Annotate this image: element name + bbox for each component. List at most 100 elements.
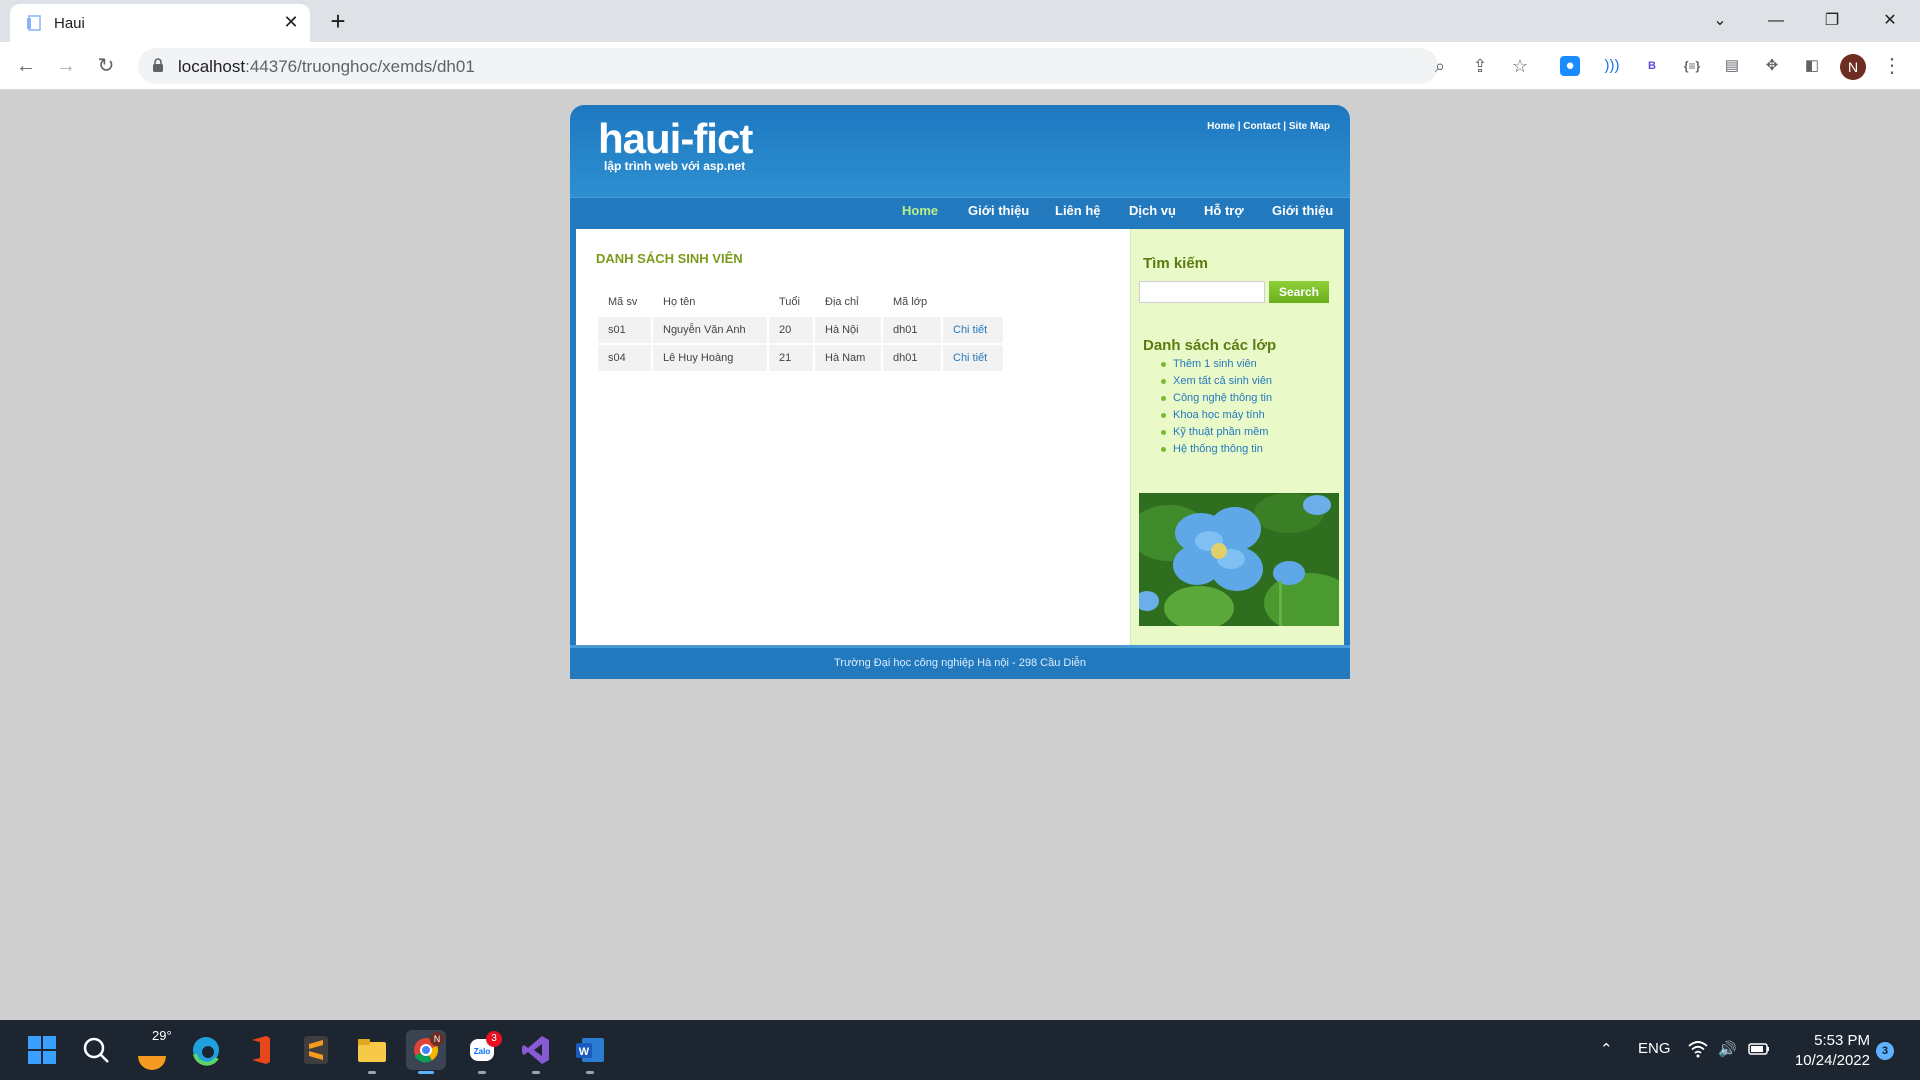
language-indicator[interactable]: ENG	[1638, 1040, 1671, 1057]
notification-badge[interactable]: 3	[1876, 1042, 1894, 1060]
file-explorer-icon[interactable]	[352, 1030, 392, 1074]
classes-heading: Danh sách các lớp	[1143, 337, 1277, 354]
flower-image	[1139, 493, 1339, 626]
close-tab-icon[interactable]: ✕	[280, 11, 302, 33]
word-icon[interactable]: W	[570, 1030, 610, 1074]
top-links: Home | Contact | Site Map	[1207, 121, 1330, 132]
cell-action: Chi tiết	[943, 345, 1003, 371]
weather-icon[interactable]: 29°	[132, 1028, 172, 1070]
cell-tuoi: 20	[769, 317, 813, 343]
bookmark-star-icon[interactable]: ☆	[1508, 54, 1532, 78]
site-logo[interactable]: haui-fict	[598, 115, 753, 163]
footer-text: Trường Đại học công nghiệp Hà nội - 298 …	[833, 657, 1087, 669]
class-link-ktpm[interactable]: Kỹ thuật phần mềm	[1161, 424, 1272, 441]
menu-dich-vu[interactable]: Dịch vụ	[1129, 203, 1176, 218]
detail-link[interactable]: Chi tiết	[953, 352, 987, 364]
office-icon[interactable]	[240, 1030, 280, 1070]
extension-drop-icon[interactable]: ●	[1560, 56, 1580, 76]
back-icon[interactable]: ←	[12, 52, 40, 80]
chrome-profile-badge: N	[430, 1032, 444, 1046]
minimize-icon[interactable]: —	[1756, 6, 1796, 36]
wifi-icon[interactable]	[1688, 1040, 1708, 1058]
visual-studio-icon[interactable]	[516, 1030, 556, 1074]
system-clock[interactable]: 5:53 PM 10/24/2022	[1784, 1031, 1870, 1071]
page-icon	[27, 15, 41, 31]
battery-icon[interactable]	[1748, 1042, 1770, 1056]
cell-tuoi: 21	[769, 345, 813, 371]
tab-search-icon[interactable]: ⌄	[1700, 6, 1740, 36]
clock-time: 5:53 PM	[1814, 1032, 1870, 1049]
edge-icon[interactable]	[186, 1030, 226, 1070]
site-slogan: lập trình web với asp.net	[604, 159, 746, 173]
zalo-badge: 3	[486, 1031, 502, 1047]
cell-ho-ten: Lê Huy Hoàng	[653, 345, 767, 371]
browser-toolbar: ← → ↻ localhost:44376/truonghoc/xemds/dh…	[0, 42, 1920, 90]
search-button[interactable]: Search	[1269, 281, 1329, 303]
student-table: Mã sv Họ tên Tuổi Địa chỉ Mã lớp s01 Ngu…	[596, 287, 1005, 373]
class-list: Thêm 1 sinh viên Xem tất cả sinh viên Cô…	[1161, 356, 1272, 458]
main-content: DANH SÁCH SINH VIÊN Mã sv Họ tên Tuổi Đị…	[576, 229, 1130, 645]
class-link-all-students[interactable]: Xem tất cả sinh viên	[1161, 373, 1272, 390]
top-link-sitemap[interactable]: Site Map	[1289, 121, 1330, 132]
table-row: s04 Lê Huy Hoàng 21 Hà Nam dh01 Chi tiết	[598, 345, 1003, 371]
zalo-icon[interactable]: Zalo 3	[462, 1030, 502, 1074]
clock-date: 10/24/2022	[1794, 1052, 1870, 1069]
search-input[interactable]	[1139, 281, 1265, 303]
cell-dia-chi: Hà Nội	[815, 317, 881, 343]
top-link-home[interactable]: Home	[1207, 121, 1235, 132]
tab-title: Haui	[54, 15, 85, 32]
site-footer: Trường Đại học công nghiệp Hà nội - 298 …	[570, 645, 1350, 679]
cell-ma-sv: s04	[598, 345, 651, 371]
sublime-text-icon[interactable]	[296, 1030, 336, 1070]
top-link-contact[interactable]: Contact	[1243, 121, 1280, 132]
col-ma-sv: Mã sv	[598, 289, 651, 315]
forward-icon[interactable]: →	[52, 52, 80, 80]
content-frame: DANH SÁCH SINH VIÊN Mã sv Họ tên Tuổi Đị…	[570, 225, 1350, 645]
menu-ho-tro[interactable]: Hỗ trợ	[1204, 203, 1244, 218]
menu-gioi-thieu-2[interactable]: Giới thiệu	[1272, 203, 1333, 218]
url-text: localhost:44376/truonghoc/xemds/dh01	[178, 57, 475, 76]
cell-ma-lop: dh01	[883, 345, 941, 371]
col-action	[943, 289, 1003, 315]
taskbar: 29° N Zalo 3 W ⌃ ENG 🔊 5:53 PM 10/24/202…	[0, 1020, 1920, 1080]
detail-link[interactable]: Chi tiết	[953, 324, 987, 336]
col-ma-lop: Mã lớp	[883, 289, 941, 315]
class-link-khmt[interactable]: Khoa học máy tính	[1161, 407, 1272, 424]
extension-json-icon[interactable]: {≡}	[1680, 54, 1704, 78]
lock-icon[interactable]	[152, 58, 164, 72]
new-tab-icon[interactable]: +	[324, 8, 352, 36]
browser-tab-bar: Haui ✕ + ⌄ — ❐ ✕	[0, 0, 1920, 42]
class-link-add-student[interactable]: Thêm 1 sinh viên	[1161, 356, 1272, 373]
more-menu-icon[interactable]: ⋮	[1880, 54, 1904, 78]
cell-ma-lop: dh01	[883, 317, 941, 343]
close-window-icon[interactable]: ✕	[1870, 6, 1910, 36]
share-icon[interactable]: ⇪	[1468, 54, 1492, 78]
profile-avatar[interactable]: N	[1840, 54, 1866, 80]
sidebar: Tìm kiếm Search Danh sách các lớp Thêm 1…	[1130, 229, 1344, 645]
cell-ma-sv: s01	[598, 317, 651, 343]
extension-b-icon[interactable]: B	[1640, 54, 1664, 78]
address-bar[interactable]: localhost:44376/truonghoc/xemds/dh01 ⌕ ⇪…	[138, 48, 1528, 84]
col-ho-ten: Họ tên	[653, 289, 767, 315]
extension-screen-icon[interactable]: ▤	[1720, 54, 1744, 78]
extension-read-aloud-icon[interactable]: )))	[1600, 54, 1624, 78]
volume-icon[interactable]: 🔊	[1718, 1040, 1737, 1058]
zoom-icon[interactable]: ⌕	[1428, 54, 1452, 78]
weather-temp: 29°	[152, 1028, 172, 1043]
menu-lien-he[interactable]: Liên hệ	[1055, 203, 1101, 218]
class-link-cntt[interactable]: Công nghệ thông tin	[1161, 390, 1272, 407]
tray-overflow-icon[interactable]: ⌃	[1600, 1040, 1613, 1058]
class-link-httt[interactable]: Hệ thống thông tin	[1161, 441, 1272, 458]
reload-icon[interactable]: ↻	[92, 52, 120, 80]
website: haui-fict lập trình web với asp.net Home…	[570, 105, 1350, 680]
browser-tab[interactable]: Haui ✕	[10, 4, 310, 42]
menu-home[interactable]: Home	[902, 203, 938, 218]
side-panel-icon[interactable]: ◧	[1800, 54, 1824, 78]
menu-gioi-thieu[interactable]: Giới thiệu	[968, 203, 1029, 218]
chrome-icon[interactable]: N	[406, 1030, 446, 1074]
extensions-puzzle-icon[interactable]: ✥	[1760, 54, 1784, 78]
search-icon[interactable]	[76, 1030, 116, 1070]
col-tuoi: Tuổi	[769, 289, 813, 315]
restore-icon[interactable]: ❐	[1812, 6, 1852, 36]
windows-start-icon[interactable]	[22, 1030, 62, 1070]
